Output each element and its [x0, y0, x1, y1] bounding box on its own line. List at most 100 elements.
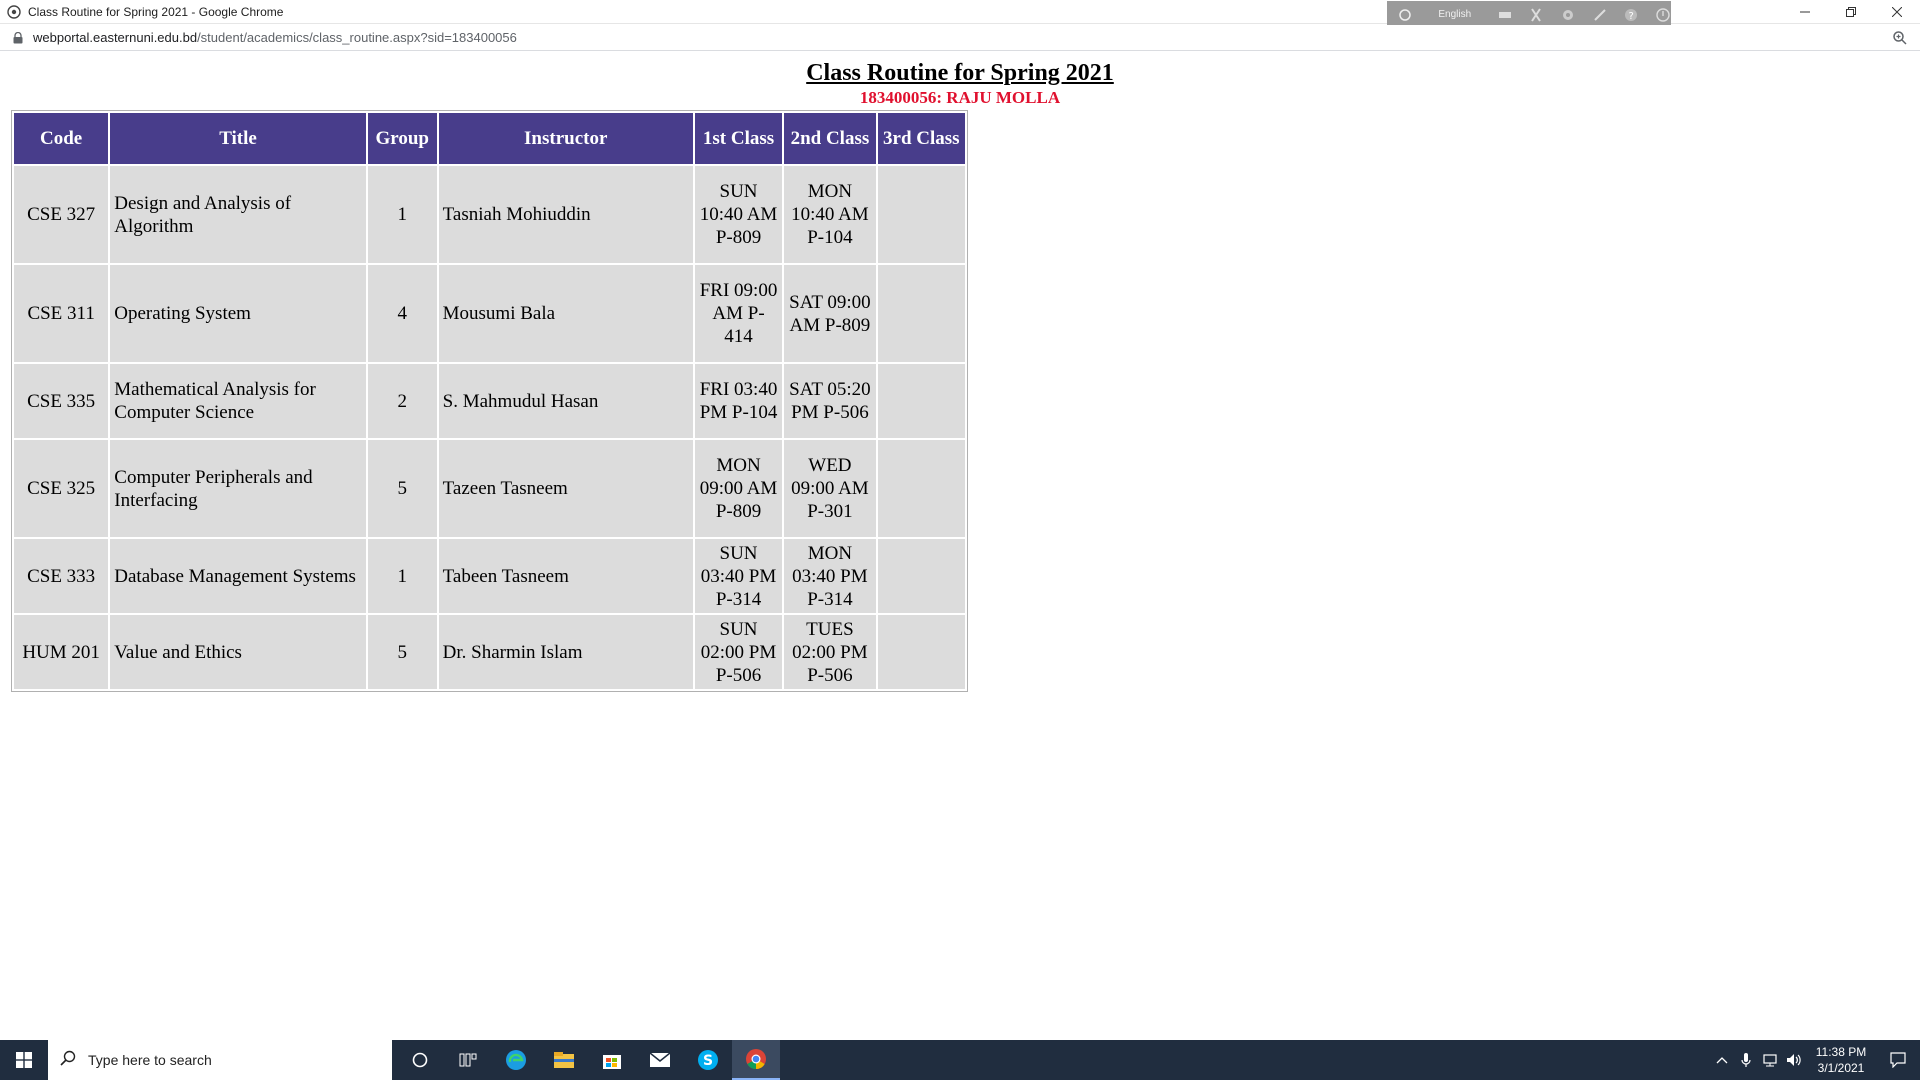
store-icon[interactable] — [588, 1040, 636, 1080]
chrome-taskbar-icon[interactable] — [732, 1040, 780, 1080]
ime-language[interactable]: English — [1429, 9, 1481, 20]
system-tray: 11:38 PM 3/1/2021 — [1710, 1040, 1920, 1080]
table-row: CSE 325 Computer Peripherals and Interfa… — [14, 440, 965, 537]
ime-icon[interactable] — [1397, 6, 1413, 24]
volume-icon[interactable] — [1782, 1040, 1806, 1080]
cell-instructor: S. Mahmudul Hasan — [438, 364, 693, 438]
help-icon[interactable]: ? — [1624, 6, 1640, 24]
taskbar-clock[interactable]: 11:38 PM 3/1/2021 — [1806, 1044, 1876, 1076]
cell-second-class: SAT 09:00 AM P-809 — [784, 265, 876, 362]
page-title: Class Routine for Spring 2021 — [806, 60, 1114, 86]
cell-first-class: SUN 03:40 PM P-314 — [694, 539, 783, 613]
cell-instructor: Tabeen Tasneem — [438, 539, 693, 613]
header-instructor: Instructor — [438, 113, 693, 164]
network-icon[interactable] — [1758, 1040, 1782, 1080]
cell-group: 2 — [367, 364, 437, 438]
zoom-icon[interactable] — [1892, 30, 1908, 46]
class-routine-table: Code Title Group Instructor 1st Class 2n… — [11, 110, 968, 692]
chrome-icon — [6, 4, 22, 20]
cell-group: 5 — [367, 615, 437, 689]
cell-instructor: Tazeen Tasneem — [438, 440, 693, 537]
lock-icon[interactable] — [11, 31, 25, 45]
cell-group: 4 — [367, 265, 437, 362]
ime-toolbar[interactable]: English ? — [1387, 1, 1671, 28]
header-title: Title — [110, 113, 366, 164]
url-path: /student/academics/class_routine.aspx?si… — [197, 30, 517, 45]
cell-second-class: SAT 05:20 PM P-506 — [784, 364, 876, 438]
microphone-icon[interactable] — [1734, 1040, 1758, 1080]
cell-third-class — [877, 440, 965, 537]
taskbar-apps: S — [396, 1040, 780, 1080]
table-row: CSE 311 Operating System 4 Mousumi Bala … — [14, 265, 965, 362]
file-explorer-icon[interactable] — [540, 1040, 588, 1080]
svg-text:S: S — [703, 1053, 713, 1069]
window-controls — [1782, 0, 1920, 24]
cell-second-class: MON 03:40 PM P-314 — [784, 539, 876, 613]
skype-icon[interactable]: S — [684, 1040, 732, 1080]
cell-code: CSE 335 — [14, 364, 109, 438]
cell-code: CSE 327 — [14, 166, 109, 263]
cell-title: Computer Peripherals and Interfacing — [110, 440, 366, 537]
clock-date: 3/1/2021 — [1817, 1061, 1865, 1075]
restore-button[interactable] — [1828, 0, 1874, 24]
cell-instructor: Mousumi Bala — [438, 265, 693, 362]
cell-first-class: MON 09:00 AM P-809 — [694, 440, 783, 537]
table-row: CSE 333 Database Management Systems 1 Ta… — [14, 539, 965, 613]
windows-taskbar: Type here to search S 11:38 PM 3/1/2021 — [0, 1040, 1920, 1080]
svg-text:?: ? — [1629, 11, 1634, 22]
table-row: CSE 335 Mathematical Analysis for Comput… — [14, 364, 965, 438]
page-content: Class Routine for Spring 2021 183400056:… — [0, 52, 1920, 1040]
cell-code: HUM 201 — [14, 615, 109, 689]
cell-instructor: Tasniah Mohiuddin — [438, 166, 693, 263]
start-button[interactable] — [0, 1040, 48, 1080]
info-icon[interactable] — [1655, 6, 1671, 24]
table-row: CSE 327 Design and Analysis of Algorithm… — [14, 166, 965, 263]
table-header-row: Code Title Group Instructor 1st Class 2n… — [14, 113, 965, 164]
taskbar-search-box[interactable]: Type here to search — [48, 1040, 392, 1080]
cell-first-class: FRI 03:40 PM P-104 — [694, 364, 783, 438]
address-bar[interactable]: webportal.easternuni.edu.bd/student/acad… — [0, 25, 1920, 51]
chevron-up-icon[interactable] — [1710, 1040, 1734, 1080]
mail-icon[interactable] — [636, 1040, 684, 1080]
window-title: Class Routine for Spring 2021 - Google C… — [28, 4, 284, 19]
search-icon — [60, 1050, 76, 1071]
cell-third-class — [877, 615, 965, 689]
cell-title: Operating System — [110, 265, 366, 362]
search-placeholder: Type here to search — [88, 1052, 212, 1068]
table-row: HUM 201 Value and Ethics 5 Dr. Sharmin I… — [14, 615, 965, 689]
cell-third-class — [877, 364, 965, 438]
student-id: 183400056: RAJU MOLLA — [859, 88, 1061, 107]
cell-title: Design and Analysis of Algorithm — [110, 166, 366, 263]
tools-icon[interactable] — [1529, 6, 1545, 24]
header-group: Group — [367, 113, 437, 164]
header-second-class: 2nd Class — [784, 113, 876, 164]
cortana-icon[interactable] — [396, 1040, 444, 1080]
edge-icon[interactable] — [492, 1040, 540, 1080]
cell-third-class — [877, 166, 965, 263]
cell-second-class: TUES 02:00 PM P-506 — [784, 615, 876, 689]
cell-instructor: Dr. Sharmin Islam — [438, 615, 693, 689]
cell-code: CSE 311 — [14, 265, 109, 362]
clock-time: 11:38 PM — [1815, 1045, 1867, 1059]
minimize-button[interactable] — [1782, 0, 1828, 24]
cell-first-class: SUN 10:40 AM P-809 — [694, 166, 783, 263]
cell-group: 1 — [367, 539, 437, 613]
cell-first-class: SUN 02:00 PM P-506 — [694, 615, 783, 689]
cell-second-class: WED 09:00 AM P-301 — [784, 440, 876, 537]
cell-second-class: MON 10:40 AM P-104 — [784, 166, 876, 263]
cell-code: CSE 325 — [14, 440, 109, 537]
cell-third-class — [877, 265, 965, 362]
keyboard-icon[interactable] — [1497, 6, 1513, 24]
close-button[interactable] — [1874, 0, 1920, 24]
url-host: webportal.easternuni.edu.bd — [33, 30, 198, 45]
url-text[interactable]: webportal.easternuni.edu.bd/student/acad… — [33, 30, 517, 45]
task-view-icon[interactable] — [444, 1040, 492, 1080]
header-code: Code — [14, 113, 109, 164]
notification-icon[interactable] — [1876, 1040, 1920, 1080]
cell-title: Database Management Systems — [110, 539, 366, 613]
cell-title: Value and Ethics — [110, 615, 366, 689]
cell-code: CSE 333 — [14, 539, 109, 613]
pen-icon[interactable] — [1592, 6, 1608, 24]
cell-group: 5 — [367, 440, 437, 537]
settings-icon[interactable] — [1560, 6, 1576, 24]
